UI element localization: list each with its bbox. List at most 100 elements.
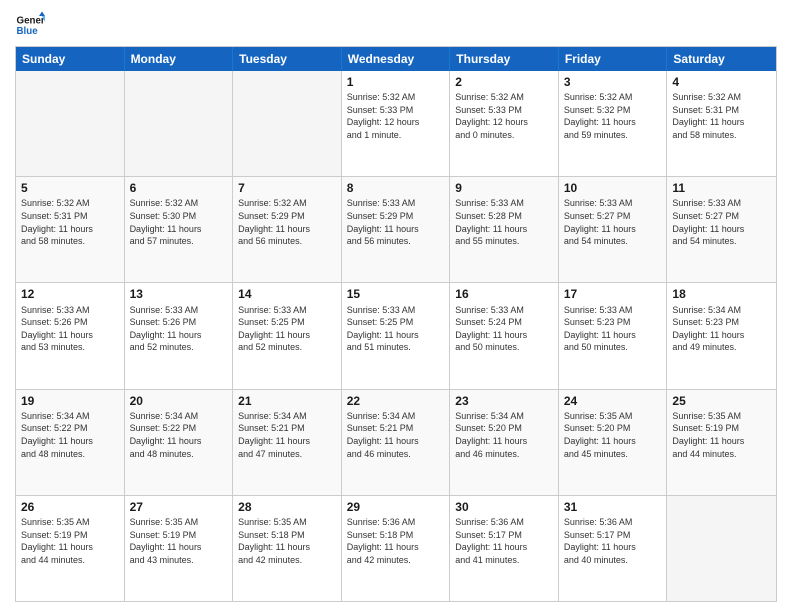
calendar-cell	[125, 71, 234, 176]
day-number: 29	[347, 499, 445, 515]
calendar: SundayMondayTuesdayWednesdayThursdayFrid…	[15, 46, 777, 602]
calendar-cell: 21Sunrise: 5:34 AM Sunset: 5:21 PM Dayli…	[233, 390, 342, 495]
calendar-cell: 8Sunrise: 5:33 AM Sunset: 5:29 PM Daylig…	[342, 177, 451, 282]
calendar-cell: 20Sunrise: 5:34 AM Sunset: 5:22 PM Dayli…	[125, 390, 234, 495]
day-number: 22	[347, 393, 445, 409]
day-number: 26	[21, 499, 119, 515]
day-header-thursday: Thursday	[450, 47, 559, 71]
day-number: 21	[238, 393, 336, 409]
calendar-row-5: 26Sunrise: 5:35 AM Sunset: 5:19 PM Dayli…	[16, 495, 776, 601]
day-number: 4	[672, 74, 771, 90]
calendar-cell: 15 Sunrise: 5:33 AM Sunset: 5:25 PM Dayli…	[342, 283, 451, 388]
day-number: 27	[130, 499, 228, 515]
calendar-cell: 22Sunrise: 5:34 AM Sunset: 5:21 PM Dayli…	[342, 390, 451, 495]
day-header-tuesday: Tuesday	[233, 47, 342, 71]
day-info: Sunrise: 5:32 AM Sunset: 5:31 PM Dayligh…	[672, 91, 771, 141]
day-number: 30	[455, 499, 553, 515]
calendar-header: SundayMondayTuesdayWednesdayThursdayFrid…	[16, 47, 776, 71]
day-number: 16	[455, 286, 553, 302]
calendar-cell: 14 Sunrise: 5:33 AM Sunset: 5:25 PM Dayli…	[233, 283, 342, 388]
calendar-cell: 26Sunrise: 5:35 AM Sunset: 5:19 PM Dayli…	[16, 496, 125, 601]
day-number: 17	[564, 286, 662, 302]
calendar-cell: 4Sunrise: 5:32 AM Sunset: 5:31 PM Daylig…	[667, 71, 776, 176]
calendar-cell: 25Sunrise: 5:35 AM Sunset: 5:19 PM Dayli…	[667, 390, 776, 495]
calendar-cell: 16 Sunrise: 5:33 AM Sunset: 5:24 PM Dayli…	[450, 283, 559, 388]
day-info: Sunrise: 5:32 AM Sunset: 5:29 PM Dayligh…	[238, 197, 336, 247]
day-info: Sunrise: 5:33 AM Sunset: 5:25 PM Dayligh…	[347, 304, 445, 354]
day-info: Sunrise: 5:34 AM Sunset: 5:21 PM Dayligh…	[238, 410, 336, 460]
day-number: 19	[21, 393, 119, 409]
calendar-cell	[16, 71, 125, 176]
svg-text:General: General	[17, 16, 46, 27]
calendar-cell: 9Sunrise: 5:33 AM Sunset: 5:28 PM Daylig…	[450, 177, 559, 282]
day-info: Sunrise: 5:35 AM Sunset: 5:19 PM Dayligh…	[21, 516, 119, 566]
logo-icon: General Blue	[15, 10, 45, 40]
calendar-cell: 3Sunrise: 5:32 AM Sunset: 5:32 PM Daylig…	[559, 71, 668, 176]
day-header-saturday: Saturday	[667, 47, 776, 71]
day-info: Sunrise: 5:35 AM Sunset: 5:18 PM Dayligh…	[238, 516, 336, 566]
day-info: Sunrise: 5:34 AM Sunset: 5:23 PM Dayligh…	[672, 304, 771, 354]
day-number: 7	[238, 180, 336, 196]
day-info: Sunrise: 5:34 AM Sunset: 5:20 PM Dayligh…	[455, 410, 553, 460]
calendar-row-2: 5Sunrise: 5:32 AM Sunset: 5:31 PM Daylig…	[16, 176, 776, 282]
day-number: 13	[130, 286, 228, 302]
day-number: 2	[455, 74, 553, 90]
day-info: Sunrise: 5:33 AM Sunset: 5:28 PM Dayligh…	[455, 197, 553, 247]
calendar-cell: 29Sunrise: 5:36 AM Sunset: 5:18 PM Dayli…	[342, 496, 451, 601]
calendar-cell: 27Sunrise: 5:35 AM Sunset: 5:19 PM Dayli…	[125, 496, 234, 601]
day-header-sunday: Sunday	[16, 47, 125, 71]
day-info: Sunrise: 5:33 AM Sunset: 5:24 PM Dayligh…	[455, 304, 553, 354]
day-info: Sunrise: 5:32 AM Sunset: 5:31 PM Dayligh…	[21, 197, 119, 247]
day-number: 11	[672, 180, 771, 196]
calendar-cell	[667, 496, 776, 601]
calendar-cell: 11Sunrise: 5:33 AM Sunset: 5:27 PM Dayli…	[667, 177, 776, 282]
calendar-cell: 24Sunrise: 5:35 AM Sunset: 5:20 PM Dayli…	[559, 390, 668, 495]
day-number: 24	[564, 393, 662, 409]
day-info: Sunrise: 5:35 AM Sunset: 5:19 PM Dayligh…	[672, 410, 771, 460]
calendar-cell: 23Sunrise: 5:34 AM Sunset: 5:20 PM Dayli…	[450, 390, 559, 495]
day-info: Sunrise: 5:33 AM Sunset: 5:25 PM Dayligh…	[238, 304, 336, 354]
calendar-cell: 18 Sunrise: 5:34 AM Sunset: 5:23 PM Dayli…	[667, 283, 776, 388]
day-number: 14	[238, 286, 336, 302]
day-number: 6	[130, 180, 228, 196]
day-number: 31	[564, 499, 662, 515]
day-info: Sunrise: 5:34 AM Sunset: 5:22 PM Dayligh…	[130, 410, 228, 460]
day-number: 20	[130, 393, 228, 409]
calendar-cell	[233, 71, 342, 176]
day-number: 5	[21, 180, 119, 196]
day-info: Sunrise: 5:32 AM Sunset: 5:30 PM Dayligh…	[130, 197, 228, 247]
calendar-cell: 17Sunrise: 5:33 AM Sunset: 5:23 PM Dayli…	[559, 283, 668, 388]
calendar-row-1: 1Sunrise: 5:32 AM Sunset: 5:33 PM Daylig…	[16, 71, 776, 176]
day-number: 9	[455, 180, 553, 196]
calendar-row-3: 12 Sunrise: 5:33 AM Sunset: 5:26 PM Dayli…	[16, 282, 776, 388]
day-info: Sunrise: 5:34 AM Sunset: 5:21 PM Dayligh…	[347, 410, 445, 460]
day-header-friday: Friday	[559, 47, 668, 71]
day-number: 12	[21, 286, 119, 302]
day-info: Sunrise: 5:32 AM Sunset: 5:32 PM Dayligh…	[564, 91, 662, 141]
calendar-body: 1Sunrise: 5:32 AM Sunset: 5:33 PM Daylig…	[16, 71, 776, 601]
calendar-cell: 1Sunrise: 5:32 AM Sunset: 5:33 PM Daylig…	[342, 71, 451, 176]
day-info: Sunrise: 5:33 AM Sunset: 5:29 PM Dayligh…	[347, 197, 445, 247]
day-number: 25	[672, 393, 771, 409]
calendar-cell: 2Sunrise: 5:32 AM Sunset: 5:33 PM Daylig…	[450, 71, 559, 176]
header: General Blue	[15, 10, 777, 40]
day-info: Sunrise: 5:32 AM Sunset: 5:33 PM Dayligh…	[455, 91, 553, 141]
calendar-cell: 31Sunrise: 5:36 AM Sunset: 5:17 PM Dayli…	[559, 496, 668, 601]
day-info: Sunrise: 5:35 AM Sunset: 5:19 PM Dayligh…	[130, 516, 228, 566]
calendar-row-4: 19Sunrise: 5:34 AM Sunset: 5:22 PM Dayli…	[16, 389, 776, 495]
day-info: Sunrise: 5:32 AM Sunset: 5:33 PM Dayligh…	[347, 91, 445, 141]
day-number: 23	[455, 393, 553, 409]
day-number: 15	[347, 286, 445, 302]
day-number: 18	[672, 286, 771, 302]
day-number: 1	[347, 74, 445, 90]
calendar-cell: 19Sunrise: 5:34 AM Sunset: 5:22 PM Dayli…	[16, 390, 125, 495]
day-header-wednesday: Wednesday	[342, 47, 451, 71]
day-number: 3	[564, 74, 662, 90]
day-info: Sunrise: 5:36 AM Sunset: 5:18 PM Dayligh…	[347, 516, 445, 566]
calendar-cell: 13Sunrise: 5:33 AM Sunset: 5:26 PM Dayli…	[125, 283, 234, 388]
day-info: Sunrise: 5:33 AM Sunset: 5:26 PM Dayligh…	[21, 304, 119, 354]
day-info: Sunrise: 5:34 AM Sunset: 5:22 PM Dayligh…	[21, 410, 119, 460]
day-info: Sunrise: 5:35 AM Sunset: 5:20 PM Dayligh…	[564, 410, 662, 460]
day-number: 28	[238, 499, 336, 515]
calendar-cell: 5Sunrise: 5:32 AM Sunset: 5:31 PM Daylig…	[16, 177, 125, 282]
